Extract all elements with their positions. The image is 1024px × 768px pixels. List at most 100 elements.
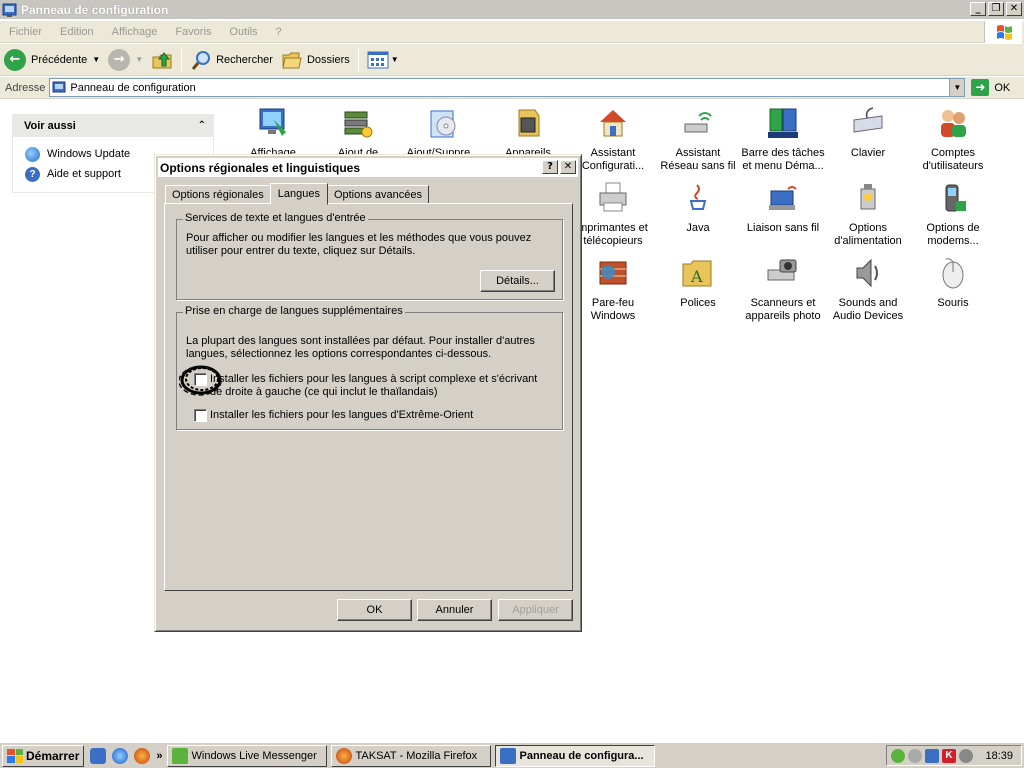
- keyboard-icon: [853, 107, 883, 133]
- quick-launch-chevron-icon[interactable]: »: [156, 750, 162, 762]
- views-icon: [367, 51, 389, 68]
- complex-script-label[interactable]: Installer les fichiers pour les langues …: [210, 373, 550, 399]
- user-accounts-icon: [941, 110, 966, 137]
- text-services-description: Pour afficher ou modifier les langues et…: [186, 232, 532, 257]
- ok-button[interactable]: OK: [337, 599, 412, 621]
- cp-item-java[interactable]: Java: [656, 181, 740, 235]
- search-button[interactable]: Rechercher: [186, 47, 277, 73]
- network-setup-icon: [600, 110, 626, 137]
- svg-text:A: A: [690, 267, 703, 286]
- cp-item-network-setup[interactable]: Assistant Configurati...: [571, 106, 655, 173]
- cp-item-user-accounts[interactable]: Comptes d'utilisateurs: [911, 106, 995, 173]
- menu-help[interactable]: ?: [267, 26, 291, 38]
- views-button[interactable]: ▼: [363, 47, 403, 73]
- java-icon: [689, 184, 707, 210]
- task-firefox[interactable]: TAKSAT - Mozilla Firefox: [330, 744, 491, 767]
- desktop-icon[interactable]: [90, 747, 107, 764]
- chevron-down-icon[interactable]: ▼: [135, 55, 143, 64]
- go-label: OK: [994, 81, 1011, 94]
- address-input[interactable]: Panneau de configuration ▼: [49, 78, 966, 97]
- internet-explorer-icon[interactable]: [112, 747, 129, 764]
- printers-icon: [599, 182, 627, 212]
- start-button[interactable]: Démarrer: [2, 744, 85, 767]
- back-button[interactable]: ← Précédente ▼: [0, 47, 104, 73]
- user-status-icon[interactable]: [908, 748, 922, 763]
- go-button[interactable]: ➜ OK: [971, 79, 1010, 96]
- chevron-down-icon[interactable]: ▼: [92, 55, 100, 64]
- cp-item-scanners-cameras[interactable]: Scanneurs et appareils photo: [741, 256, 825, 323]
- details-button[interactable]: Détails...: [480, 270, 555, 292]
- cp-item-firewall[interactable]: Pare-feu Windows: [571, 256, 655, 323]
- tab-advanced-options[interactable]: Options avancées: [326, 185, 430, 204]
- cancel-button[interactable]: Annuler: [417, 599, 492, 621]
- cp-item-modem-options[interactable]: Options de modems...: [911, 181, 995, 248]
- menu-tools[interactable]: Outils: [220, 26, 266, 38]
- minimize-button[interactable]: _: [970, 2, 986, 16]
- cp-item-display[interactable]: Affichage: [231, 106, 315, 160]
- firefox-icon: [335, 747, 352, 764]
- dialog-close-button[interactable]: ✕: [560, 160, 576, 174]
- cp-item-mouse[interactable]: Souris: [911, 256, 995, 310]
- speaker-icon[interactable]: [959, 748, 973, 763]
- cp-item-fonts[interactable]: A Polices: [656, 256, 740, 310]
- add-hardware-icon: [344, 111, 373, 138]
- menu-favorites[interactable]: Favoris: [166, 26, 220, 38]
- scribble-annotation-icon: [179, 365, 222, 396]
- taskbar: Démarrer » Windows Live Messenger TAKSAT…: [0, 742, 1024, 768]
- wireless-network-icon: [684, 112, 712, 133]
- menu-file[interactable]: Fichier: [0, 26, 51, 38]
- languages-tab-panel: Services de texte et langues d'entrée Po…: [164, 203, 573, 591]
- address-dropdown-button[interactable]: ▼: [949, 79, 965, 96]
- dialog-titlebar[interactable]: Options régionales et linguistiques ? ✕: [158, 158, 578, 177]
- task-control-panel[interactable]: Panneau de configura...: [494, 744, 655, 767]
- standard-toolbar: ← Précédente ▼ → ▼ Rechercher Dossiers ▼: [0, 44, 1024, 76]
- task-label: Windows Live Messenger: [191, 749, 317, 762]
- collapse-chevron-icon[interactable]: ⌃: [198, 120, 206, 131]
- menu-view[interactable]: Affichage: [103, 26, 167, 38]
- cp-item-devices[interactable]: Appareils: [486, 106, 570, 160]
- dialog-tabs: Options régionales Langues Options avanc…: [165, 183, 430, 205]
- cp-item-taskbar-start-menu[interactable]: Barre des tâches et menu Déma...: [741, 106, 825, 173]
- address-label: Adresse: [5, 81, 46, 94]
- close-button[interactable]: ✕: [1006, 2, 1022, 16]
- network-status-icon[interactable]: [891, 748, 905, 763]
- task-messenger[interactable]: Windows Live Messenger: [166, 744, 327, 767]
- network-connection-icon[interactable]: [925, 748, 939, 763]
- up-folder-icon: [152, 51, 172, 68]
- east-asian-checkbox[interactable]: [194, 409, 207, 422]
- chevron-down-icon[interactable]: ▼: [391, 55, 399, 64]
- cp-item-add-remove-programs[interactable]: Ajout/Suppre...: [401, 106, 485, 160]
- cp-item-keyboard[interactable]: Clavier: [826, 106, 910, 160]
- dialog-title: Options régionales et linguistiques: [160, 160, 361, 175]
- cp-item-power-options[interactable]: Options d'alimentation: [826, 181, 910, 248]
- fonts-icon: A: [682, 260, 712, 287]
- wireless-link-icon: [769, 186, 797, 210]
- forward-button[interactable]: → ▼: [104, 47, 147, 73]
- forward-arrow-icon: →: [108, 48, 131, 71]
- dialog-help-button[interactable]: ?: [542, 160, 558, 174]
- tab-languages[interactable]: Langues: [269, 183, 328, 205]
- cp-item-add-hardware[interactable]: Ajout de: [316, 106, 400, 160]
- folders-button[interactable]: Dossiers: [277, 47, 354, 73]
- see-also-header[interactable]: Voir aussi ⌃: [12, 114, 214, 137]
- clock: 18:39: [985, 749, 1013, 762]
- east-asian-label[interactable]: Installer les fichiers pour les langues …: [210, 409, 550, 422]
- cp-item-wireless-link[interactable]: Liaison sans fil: [741, 181, 825, 235]
- apply-button[interactable]: Appliquer: [498, 599, 573, 621]
- tab-regional-options[interactable]: Options régionales: [165, 185, 271, 204]
- cp-item-printers[interactable]: mprimantes et télécopieurs: [571, 181, 655, 248]
- restore-button[interactable]: ❐: [988, 2, 1004, 16]
- see-also-item-label: Windows Update: [47, 148, 131, 160]
- menu-edit[interactable]: Edition: [51, 26, 103, 38]
- taskbar-start-menu-icon: [768, 108, 798, 138]
- up-folder-button[interactable]: [147, 47, 177, 73]
- search-label: Rechercher: [216, 53, 273, 66]
- cp-item-wireless-network[interactable]: Assistant Réseau sans fil: [656, 106, 740, 173]
- antivirus-icon[interactable]: K: [942, 748, 956, 763]
- scanners-cameras-icon: [767, 259, 797, 281]
- cp-item-sounds[interactable]: Sounds and Audio Devices: [826, 256, 910, 323]
- firefox-icon[interactable]: [134, 747, 151, 764]
- quick-launch: »: [90, 747, 163, 764]
- window-titlebar[interactable]: Panneau de configuration _ ❐ ✕: [0, 0, 1024, 19]
- windows-logo-icon: [984, 21, 1022, 43]
